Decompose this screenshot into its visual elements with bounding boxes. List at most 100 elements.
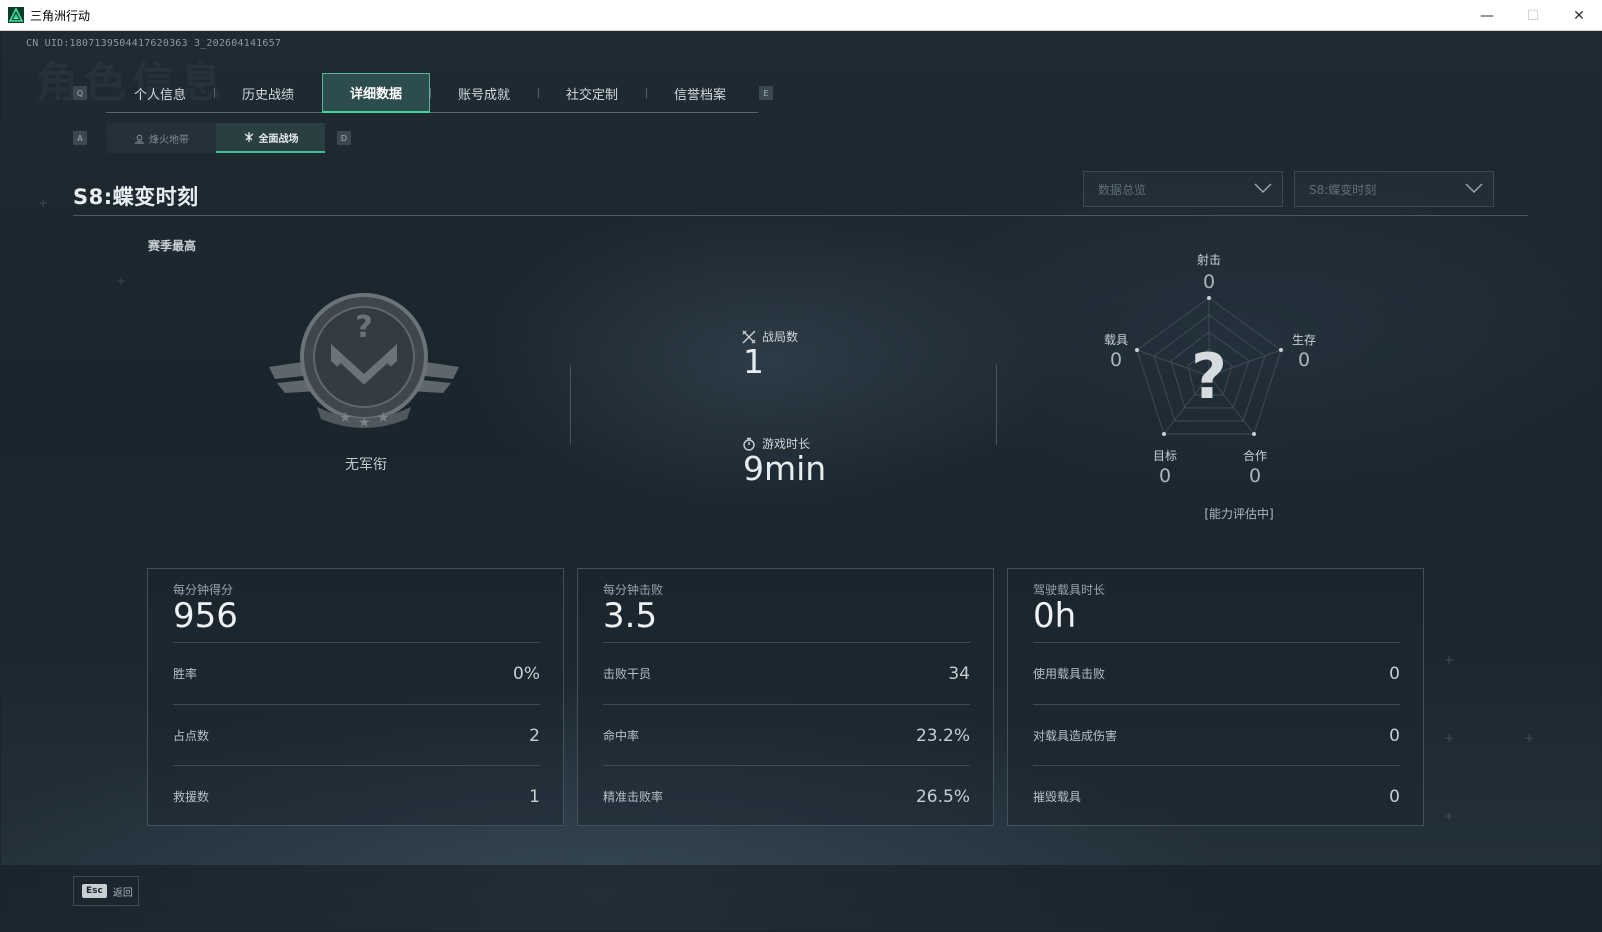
svg-text:★: ★: [377, 410, 390, 426]
tab-next-key-hint[interactable]: E: [759, 86, 773, 100]
season-title: S8:蝶变时刻: [73, 185, 199, 209]
back-label: 返回: [112, 887, 133, 899]
decor-plus: +: [1444, 809, 1455, 823]
tab-match-history[interactable]: 历史战绩: [214, 73, 322, 113]
stat-label: 占点数: [173, 729, 210, 743]
decor-plus: +: [116, 274, 127, 288]
svg-text:?: ?: [355, 310, 372, 345]
score-stats-card: 每分钟得分 956 胜率 0% 占点数 2 救援数 1: [147, 568, 564, 826]
decor-plus: +: [38, 196, 49, 210]
card-head-value: 3.5: [603, 596, 658, 636]
stat-row: 对载具造成伤害 0: [1033, 704, 1400, 766]
stat-label: 命中率: [603, 729, 640, 743]
esc-key-hint: Esc: [82, 884, 107, 898]
section-divider: [570, 365, 571, 445]
stat-value: 0: [1389, 786, 1400, 807]
tab-detailed-data[interactable]: 详细数据: [322, 73, 430, 113]
tab-achievements[interactable]: 账号成就: [430, 73, 538, 113]
stat-value: 1: [529, 786, 540, 807]
stat-row: 使用载具击败 0: [1033, 642, 1400, 704]
stat-row: 胜率 0%: [173, 642, 540, 704]
stat-value: 2: [529, 725, 540, 746]
card-head-value: 0h: [1033, 596, 1077, 636]
window-title: 三角洲行动: [30, 8, 91, 23]
window-titlebar: 三角洲行动 — ☐ ✕: [0, 0, 1602, 31]
season-dropdown-value: S8:蝶变时刻: [1309, 182, 1377, 197]
stat-value: 0: [1389, 725, 1400, 746]
maximize-button[interactable]: ☐: [1510, 0, 1556, 31]
radar-center-symbol: ?: [1191, 340, 1227, 413]
radar-value-cooperation: 0: [1248, 465, 1262, 487]
chevron-down-icon: [1254, 183, 1272, 194]
footer-bar: [1, 865, 1601, 931]
subtab-full-battlefield[interactable]: 全面战场: [216, 123, 325, 153]
chevron-down-icon: [1465, 183, 1483, 194]
playtime-value: 9min: [743, 449, 827, 488]
section-divider: [996, 365, 997, 445]
battlefield-icon: [244, 132, 253, 142]
radar-value-survival: 0: [1297, 349, 1311, 371]
combat-stats-card: 每分钟击败 3.5 击败干员 34 命中率 23.2% 精准击败率 26.5%: [577, 568, 994, 826]
season-best-label: 赛季最高: [148, 239, 197, 253]
radar-label-shooting: 射击: [1196, 253, 1221, 267]
stat-label: 胜率: [173, 667, 198, 681]
rank-emblem-icon: ? ★ ★ ★: [269, 293, 459, 431]
view-dropdown-value: 数据总览: [1098, 182, 1147, 197]
stat-label: 对载具造成伤害: [1033, 729, 1118, 743]
radar-label-objective: 目标: [1152, 449, 1177, 463]
stat-value: 34: [948, 663, 970, 684]
subtab-full-battlefield-label: 全面战场: [258, 133, 299, 145]
mode-subtabs: 烽火地带 全面战场: [107, 123, 325, 153]
vehicle-stats-card: 驾驶载具时长 0h 使用载具击败 0 对载具造成伤害 0 摧毁载具 0: [1007, 568, 1424, 826]
stat-value: 26.5%: [915, 786, 970, 807]
radar-value-vehicle: 0: [1109, 349, 1123, 371]
stat-value: 23.2%: [915, 725, 970, 746]
tab-prev-key-hint[interactable]: Q: [73, 86, 87, 100]
svg-text:★: ★: [339, 410, 352, 426]
subtab-hazard-zone-label: 烽火地带: [149, 134, 189, 146]
subtab-prev-key-hint[interactable]: A: [73, 131, 87, 145]
season-dropdown[interactable]: S8:蝶变时刻: [1294, 171, 1494, 207]
radar-value-shooting: 0: [1202, 271, 1216, 293]
header-divider: [73, 215, 1528, 216]
minimize-button[interactable]: —: [1464, 0, 1510, 31]
card-head-value: 956: [173, 596, 238, 636]
radar-label-survival: 生存: [1291, 333, 1316, 347]
tab-credit-record[interactable]: 信誉档案: [646, 73, 754, 113]
radar-value-objective: 0: [1158, 465, 1172, 487]
back-button[interactable]: Esc 返回: [73, 876, 139, 906]
svg-text:★: ★: [358, 415, 371, 431]
main-tabbar: 个人信息 历史战绩 详细数据 账号成就 社交定制 信誉档案: [106, 73, 758, 113]
stat-row: 击败干员 34: [603, 642, 970, 704]
game-viewport: 角色信息 CN UID:1807139504417620363 3_202604…: [1, 31, 1601, 931]
decor-plus: +: [1444, 653, 1455, 667]
tab-social-custom[interactable]: 社交定制: [538, 73, 646, 113]
close-button[interactable]: ✕: [1556, 0, 1602, 31]
decor-plus: +: [1524, 731, 1535, 745]
stat-row: 救援数 1: [173, 765, 540, 827]
stat-label: 击败干员: [603, 667, 652, 681]
stat-label: 使用载具击败: [1033, 667, 1106, 681]
stat-label: 救援数: [173, 790, 210, 804]
stat-value: 0: [1389, 663, 1400, 684]
decor-plus: +: [1444, 731, 1455, 745]
stat-row: 摧毁载具 0: [1033, 765, 1400, 827]
stat-row: 占点数 2: [173, 704, 540, 766]
matches-value: 1: [743, 342, 764, 381]
stat-value: 0%: [513, 663, 540, 684]
view-dropdown[interactable]: 数据总览: [1083, 171, 1283, 207]
radar-label-vehicle: 载具: [1103, 333, 1128, 347]
subtab-next-key-hint[interactable]: D: [337, 131, 351, 145]
radar-label-cooperation: 合作: [1242, 449, 1267, 463]
stat-label: 精准击败率: [603, 790, 664, 804]
rank-name: 无军衔: [345, 457, 387, 473]
subtab-hazard-zone[interactable]: 烽火地带: [107, 123, 216, 153]
stat-row: 精准击败率 26.5%: [603, 765, 970, 827]
stat-row: 命中率 23.2%: [603, 704, 970, 766]
stat-label: 摧毁载具: [1033, 790, 1082, 804]
hazard-zone-icon: [134, 134, 145, 144]
app-logo-icon: [8, 7, 24, 23]
matches-label-text: 战局数: [762, 330, 799, 344]
uid-label: CN UID:1807139504417620363 3_20260414165…: [26, 38, 282, 49]
tab-personal-info[interactable]: 个人信息: [106, 73, 214, 113]
